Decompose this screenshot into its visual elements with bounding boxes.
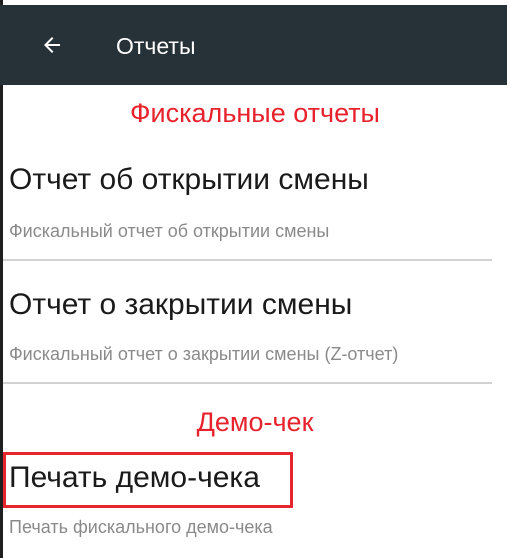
highlight-box (3, 452, 293, 508)
pref-close-shift-report[interactable]: Отчет о закрытии смены Фискальный отчет … (3, 261, 507, 382)
pref-title: Отчет о закрытии смены (9, 288, 353, 321)
app-bar: Отчеты (0, 5, 507, 85)
section-header-fiscal-reports: Фискальные отчеты (130, 98, 380, 128)
back-button[interactable] (30, 23, 74, 67)
arrow-left-icon (40, 33, 64, 57)
pref-summary: Фискальный отчет о закрытии смены (Z-отч… (9, 344, 399, 364)
pref-summary: Печать фискального демо-чека (9, 517, 273, 537)
pref-title: Отчет об открытии смены (9, 163, 369, 196)
pref-open-shift-report[interactable]: Отчет об открытии смены Фискальный отчет… (3, 132, 507, 259)
page-title: Отчеты (116, 33, 196, 59)
section-header-demo-receipt: Демо-чек (196, 407, 314, 437)
pref-summary: Фискальный отчет об открытии смены (9, 221, 330, 241)
settings-screen: Отчеты Фискальные отчеты Отчет об открыт… (0, 0, 510, 558)
